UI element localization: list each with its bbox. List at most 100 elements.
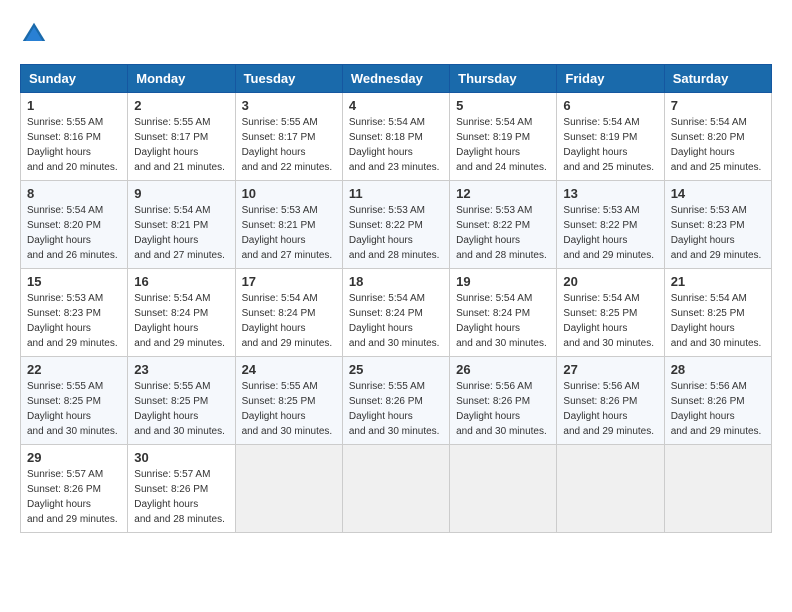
table-row: 18 Sunrise: 5:54 AMSunset: 8:24 PMDayligh… — [342, 269, 449, 357]
day-number: 28 — [671, 362, 765, 377]
day-number: 27 — [563, 362, 657, 377]
weekday-header-saturday: Saturday — [664, 65, 771, 93]
day-number: 3 — [242, 98, 336, 113]
table-row: 29Sunrise: 5:57 AMSunset: 8:26 PMDayligh… — [21, 445, 128, 533]
weekday-header-monday: Monday — [128, 65, 235, 93]
table-row: 2 Sunrise: 5:55 AMSunset: 8:17 PMDaylight… — [128, 93, 235, 181]
table-row: 13 Sunrise: 5:53 AMSunset: 8:22 PMDayligh… — [557, 181, 664, 269]
table-row: 30 Sunrise: 5:57 AMSunset: 8:26 PMDayligh… — [128, 445, 235, 533]
day-number: 15 — [27, 274, 121, 289]
table-row: 3 Sunrise: 5:55 AMSunset: 8:17 PMDaylight… — [235, 93, 342, 181]
table-row: 21 Sunrise: 5:54 AMSunset: 8:25 PMDayligh… — [664, 269, 771, 357]
day-number: 6 — [563, 98, 657, 113]
day-detail: Sunrise: 5:54 AMSunset: 8:18 PMDaylight … — [349, 115, 443, 175]
day-number: 16 — [134, 274, 228, 289]
table-row: 19 Sunrise: 5:54 AMSunset: 8:24 PMDayligh… — [450, 269, 557, 357]
day-number: 9 — [134, 186, 228, 201]
day-detail: Sunrise: 5:55 AMSunset: 8:17 PMDaylight … — [134, 115, 228, 175]
day-number: 1 — [27, 98, 121, 113]
table-row: 4 Sunrise: 5:54 AMSunset: 8:18 PMDaylight… — [342, 93, 449, 181]
table-row: 5 Sunrise: 5:54 AMSunset: 8:19 PMDaylight… — [450, 93, 557, 181]
day-detail: Sunrise: 5:53 AMSunset: 8:22 PMDaylight … — [563, 203, 657, 263]
day-detail: Sunrise: 5:55 AMSunset: 8:25 PMDaylight … — [27, 379, 121, 439]
table-row: 11Sunrise: 5:53 AMSunset: 8:22 PMDayligh… — [342, 181, 449, 269]
day-number: 11 — [349, 186, 443, 201]
table-row: 25Sunrise: 5:55 AMSunset: 8:26 PMDayligh… — [342, 357, 449, 445]
day-number: 5 — [456, 98, 550, 113]
day-number: 20 — [563, 274, 657, 289]
day-detail: Sunrise: 5:54 AMSunset: 8:21 PMDaylight … — [134, 203, 228, 263]
logo — [20, 20, 52, 48]
day-number: 30 — [134, 450, 228, 465]
weekday-header-tuesday: Tuesday — [235, 65, 342, 93]
day-number: 7 — [671, 98, 765, 113]
table-row — [557, 445, 664, 533]
day-detail: Sunrise: 5:54 AMSunset: 8:19 PMDaylight … — [456, 115, 550, 175]
day-detail: Sunrise: 5:54 AMSunset: 8:25 PMDaylight … — [671, 291, 765, 351]
day-detail: Sunrise: 5:55 AMSunset: 8:25 PMDaylight … — [134, 379, 228, 439]
day-detail: Sunrise: 5:54 AMSunset: 8:20 PMDaylight … — [671, 115, 765, 175]
day-detail: Sunrise: 5:54 AMSunset: 8:19 PMDaylight … — [563, 115, 657, 175]
day-detail: Sunrise: 5:54 AMSunset: 8:20 PMDaylight … — [27, 203, 121, 263]
day-detail: Sunrise: 5:55 AMSunset: 8:16 PMDaylight … — [27, 115, 121, 175]
day-number: 22 — [27, 362, 121, 377]
day-detail: Sunrise: 5:54 AMSunset: 8:24 PMDaylight … — [349, 291, 443, 351]
weekday-header-thursday: Thursday — [450, 65, 557, 93]
table-row: 28 Sunrise: 5:56 AMSunset: 8:26 PMDayligh… — [664, 357, 771, 445]
table-row: 1 Sunrise: 5:55 AMSunset: 8:16 PMDaylight… — [21, 93, 128, 181]
day-detail: Sunrise: 5:56 AMSunset: 8:26 PMDaylight … — [456, 379, 550, 439]
page-header — [20, 20, 772, 48]
table-row: 26 Sunrise: 5:56 AMSunset: 8:26 PMDayligh… — [450, 357, 557, 445]
calendar-table: SundayMondayTuesdayWednesdayThursdayFrid… — [20, 64, 772, 533]
day-number: 26 — [456, 362, 550, 377]
logo-icon — [20, 20, 48, 48]
table-row — [235, 445, 342, 533]
weekday-header-sunday: Sunday — [21, 65, 128, 93]
day-detail: Sunrise: 5:53 AMSunset: 8:21 PMDaylight … — [242, 203, 336, 263]
day-number: 14 — [671, 186, 765, 201]
table-row: 20 Sunrise: 5:54 AMSunset: 8:25 PMDayligh… — [557, 269, 664, 357]
weekday-header-wednesday: Wednesday — [342, 65, 449, 93]
day-number: 21 — [671, 274, 765, 289]
day-number: 13 — [563, 186, 657, 201]
table-row: 22 Sunrise: 5:55 AMSunset: 8:25 PMDayligh… — [21, 357, 128, 445]
day-number: 10 — [242, 186, 336, 201]
table-row — [342, 445, 449, 533]
table-row: 14Sunrise: 5:53 AMSunset: 8:23 PMDayligh… — [664, 181, 771, 269]
table-row — [664, 445, 771, 533]
day-detail: Sunrise: 5:56 AMSunset: 8:26 PMDaylight … — [563, 379, 657, 439]
table-row: 12 Sunrise: 5:53 AMSunset: 8:22 PMDayligh… — [450, 181, 557, 269]
weekday-header-friday: Friday — [557, 65, 664, 93]
day-detail: Sunrise: 5:53 AMSunset: 8:23 PMDaylight … — [27, 291, 121, 351]
day-detail: Sunrise: 5:54 AMSunset: 8:24 PMDaylight … — [134, 291, 228, 351]
day-number: 23 — [134, 362, 228, 377]
day-number: 12 — [456, 186, 550, 201]
day-number: 2 — [134, 98, 228, 113]
table-row: 27 Sunrise: 5:56 AMSunset: 8:26 PMDayligh… — [557, 357, 664, 445]
day-number: 8 — [27, 186, 121, 201]
day-detail: Sunrise: 5:53 AMSunset: 8:22 PMDaylight … — [456, 203, 550, 263]
day-detail: Sunrise: 5:54 AMSunset: 8:25 PMDaylight … — [563, 291, 657, 351]
table-row — [450, 445, 557, 533]
day-detail: Sunrise: 5:54 AMSunset: 8:24 PMDaylight … — [242, 291, 336, 351]
day-number: 29 — [27, 450, 121, 465]
table-row: 8 Sunrise: 5:54 AMSunset: 8:20 PMDaylight… — [21, 181, 128, 269]
day-detail: Sunrise: 5:55 AMSunset: 8:25 PMDaylight … — [242, 379, 336, 439]
day-number: 17 — [242, 274, 336, 289]
day-detail: Sunrise: 5:57 AMSunset: 8:26 PMDaylight … — [134, 467, 228, 527]
table-row: 9 Sunrise: 5:54 AMSunset: 8:21 PMDaylight… — [128, 181, 235, 269]
day-number: 18 — [349, 274, 443, 289]
table-row: 10 Sunrise: 5:53 AMSunset: 8:21 PMDayligh… — [235, 181, 342, 269]
table-row: 23 Sunrise: 5:55 AMSunset: 8:25 PMDayligh… — [128, 357, 235, 445]
table-row: 7 Sunrise: 5:54 AMSunset: 8:20 PMDaylight… — [664, 93, 771, 181]
table-row: 17 Sunrise: 5:54 AMSunset: 8:24 PMDayligh… — [235, 269, 342, 357]
day-detail: Sunrise: 5:55 AMSunset: 8:17 PMDaylight … — [242, 115, 336, 175]
day-detail: Sunrise: 5:54 AMSunset: 8:24 PMDaylight … — [456, 291, 550, 351]
table-row: 15 Sunrise: 5:53 AMSunset: 8:23 PMDayligh… — [21, 269, 128, 357]
day-detail: Sunrise: 5:56 AMSunset: 8:26 PMDaylight … — [671, 379, 765, 439]
day-detail: Sunrise: 5:55 AMSunset: 8:26 PMDaylight … — [349, 379, 443, 439]
day-number: 19 — [456, 274, 550, 289]
day-number: 4 — [349, 98, 443, 113]
day-number: 24 — [242, 362, 336, 377]
table-row: 24 Sunrise: 5:55 AMSunset: 8:25 PMDayligh… — [235, 357, 342, 445]
